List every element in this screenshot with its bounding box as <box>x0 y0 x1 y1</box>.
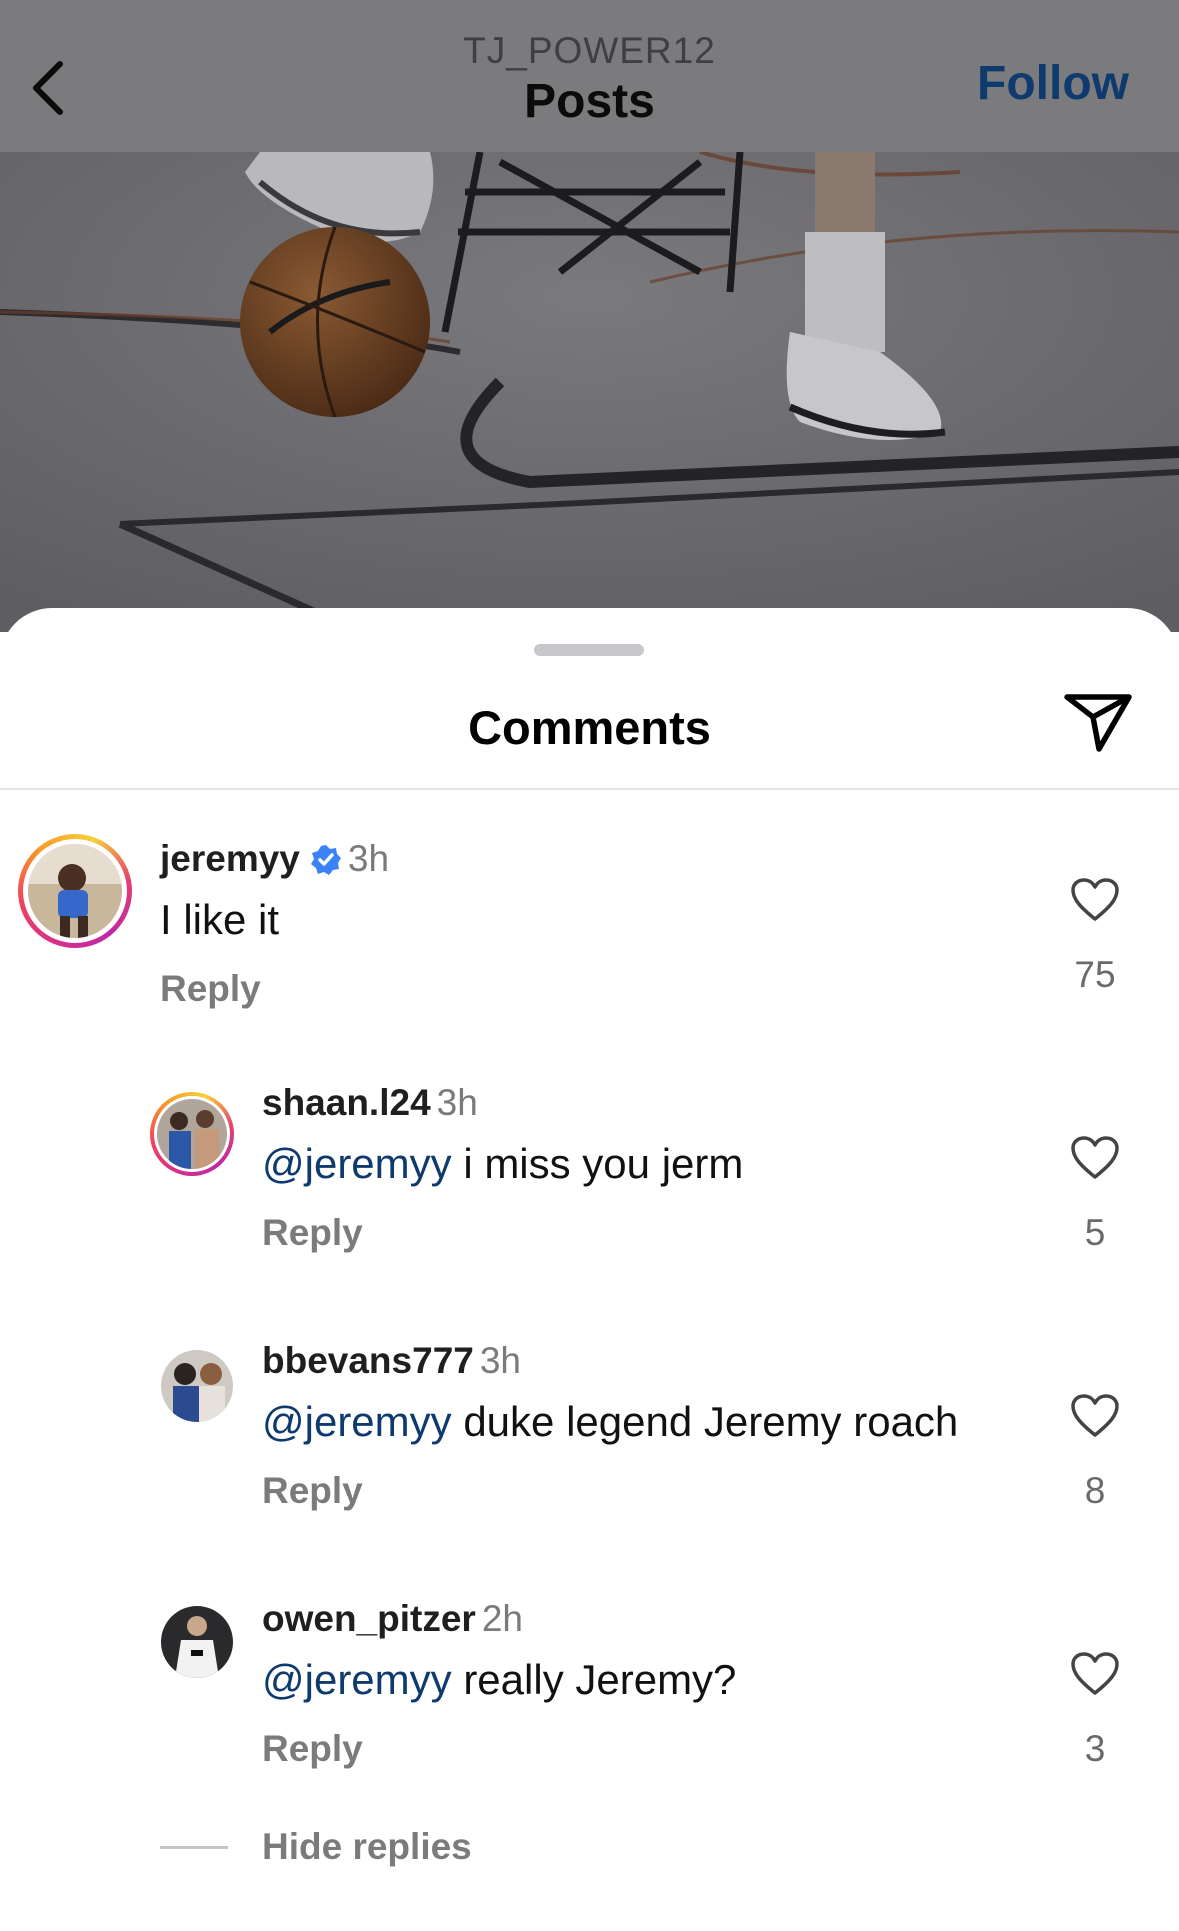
comment-item: shaan.l24 3h @jeremyy i miss you jerm Rep… <box>0 1082 1179 1292</box>
paper-plane-icon <box>1064 694 1132 752</box>
share-button[interactable] <box>1059 684 1137 762</box>
comment-username[interactable]: jeremyy <box>160 838 300 879</box>
comment-timestamp: 2h <box>481 1598 523 1639</box>
comment-timestamp: 3h <box>347 838 390 879</box>
avatar[interactable] <box>28 844 122 938</box>
comment-item: jeremyy 3h I like it Reply 75 <box>0 834 1179 1034</box>
hide-replies-button[interactable]: Hide replies <box>160 1822 472 1872</box>
comment-item: owen_pitzer 2h @jeremyy really Jeremy? Re… <box>0 1598 1179 1804</box>
comment-username[interactable]: bbevans777 <box>262 1340 474 1381</box>
comment-body: duke legend Jeremy roach <box>451 1398 959 1445</box>
comment-text: I like it <box>160 896 279 944</box>
like-count: 5 <box>1084 1212 1106 1253</box>
reply-button[interactable]: Reply <box>262 1470 363 1512</box>
comment-mention[interactable]: @jeremyy <box>262 1398 452 1445</box>
like-button[interactable] <box>1065 1128 1125 1188</box>
avatar[interactable] <box>161 1606 233 1678</box>
heart-outline-icon <box>1071 1394 1119 1437</box>
follow-button[interactable]: Follow <box>977 56 1129 111</box>
reply-button[interactable]: Reply <box>160 968 261 1010</box>
top-nav-bar: TJ_POWER12 Posts Follow <box>0 0 1179 152</box>
hide-replies-label: Hide replies <box>262 1826 472 1867</box>
sheet-drag-handle[interactable] <box>534 644 644 656</box>
comment-username[interactable]: owen_pitzer <box>262 1598 476 1639</box>
like-button[interactable] <box>1065 870 1125 930</box>
comment-text: @jeremyy really Jeremy? <box>262 1656 736 1704</box>
comment-timestamp: 3h <box>479 1340 522 1381</box>
comment-mention[interactable]: @jeremyy <box>262 1140 452 1187</box>
comment-item: bbevans777 3h @jeremyy duke legend Jeremy… <box>0 1340 1179 1548</box>
comment-body: i miss you jerm <box>451 1140 744 1187</box>
comment-body: I like it <box>160 896 280 943</box>
like-count: 75 <box>1074 954 1116 995</box>
header-divider <box>0 788 1179 790</box>
comment-timestamp: 3h <box>436 1082 478 1123</box>
post-image <box>0 152 1179 632</box>
avatar[interactable] <box>161 1350 233 1422</box>
like-count: 8 <box>1084 1470 1106 1511</box>
comments-sheet: Comments jeremyy 3h I like it Reply 75 s… <box>0 608 1179 1931</box>
reply-button[interactable]: Reply <box>262 1728 363 1770</box>
like-button[interactable] <box>1065 1644 1125 1704</box>
comment-username[interactable]: shaan.l24 <box>262 1082 431 1123</box>
comment-mention[interactable]: @jeremyy <box>262 1656 452 1703</box>
comment-text: @jeremyy duke legend Jeremy roach <box>262 1398 958 1446</box>
heart-outline-icon <box>1071 1652 1119 1695</box>
comment-text: @jeremyy i miss you jerm <box>262 1140 743 1188</box>
comments-title: Comments <box>468 701 711 754</box>
thread-line <box>160 1845 228 1849</box>
verified-badge-icon <box>310 845 341 875</box>
heart-outline-icon <box>1071 878 1119 921</box>
comment-body: really Jeremy? <box>451 1656 737 1703</box>
heart-outline-icon <box>1071 1136 1119 1179</box>
reply-button[interactable]: Reply <box>262 1212 363 1254</box>
like-button[interactable] <box>1065 1386 1125 1446</box>
like-count: 3 <box>1084 1728 1106 1769</box>
avatar[interactable] <box>157 1099 227 1169</box>
